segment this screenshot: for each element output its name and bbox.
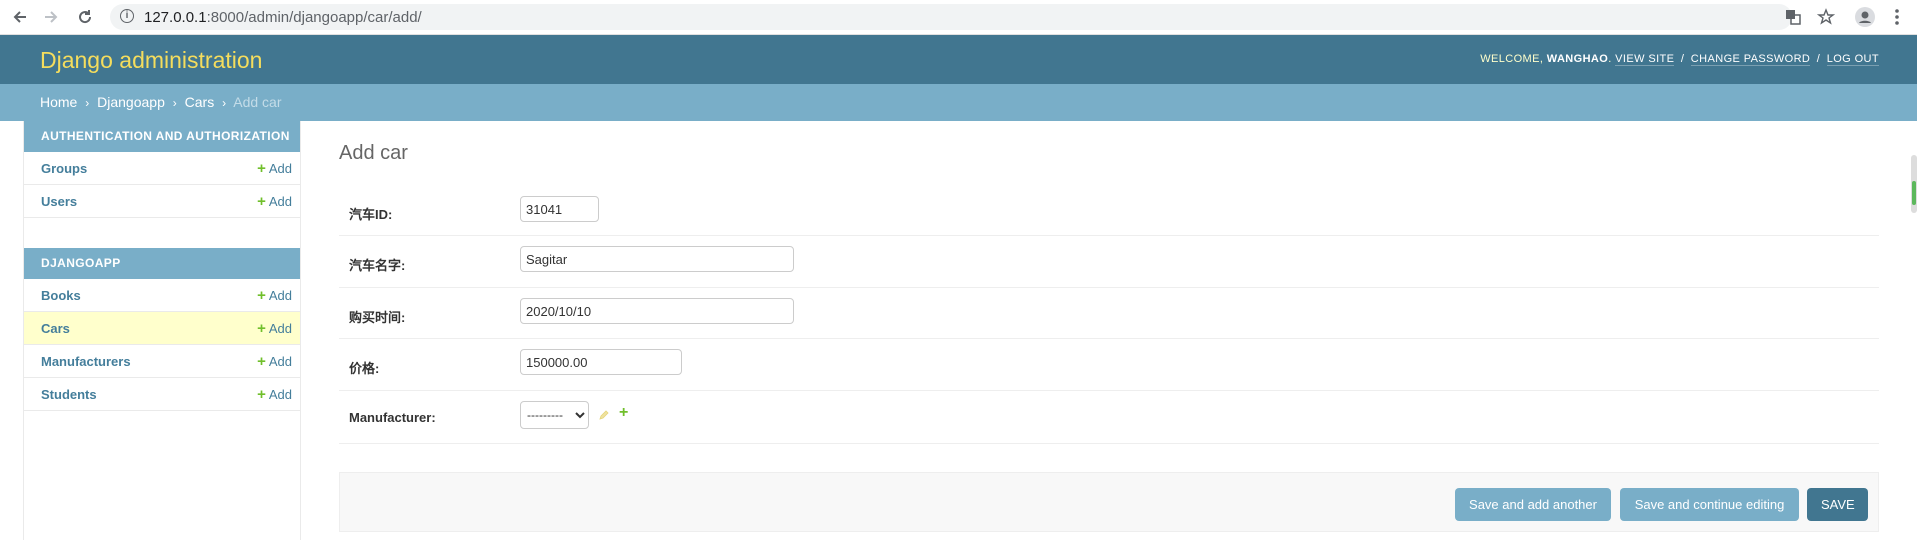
breadcrumb-model[interactable]: Cars [185,94,215,110]
sidebar-item-label[interactable]: Manufacturers [41,354,131,369]
change-password-link[interactable]: CHANGE PASSWORD [1690,53,1811,66]
car-name-label: 汽车名字: [349,258,406,273]
change-related-pencil-icon[interactable] [598,408,612,422]
add-groups-link[interactable]: + Add [257,161,292,176]
module-caption-auth[interactable]: AUTHENTICATION AND AUTHORIZATION [24,121,300,152]
admin-header: Django administration WELCOME, WANGHAO. … [0,35,1917,84]
add-plus-icon: + [257,160,266,177]
site-branding[interactable]: Django administration [40,47,262,74]
manufacturer-select[interactable]: --------- [520,401,589,429]
page-title: Add car [339,142,408,164]
sidebar-item-users[interactable]: Users + Add [24,185,300,218]
user-tools: WELCOME, WANGHAO. VIEW SITE / CHANGE PAS… [1480,53,1879,66]
sidebar-item-students[interactable]: Students + Add [24,378,300,411]
sidebar-item-label[interactable]: Users [41,194,77,209]
add-cars-link[interactable]: + Add [257,321,292,336]
purchase-time-label: 购买时间: [349,310,406,325]
sidebar-item-groups[interactable]: Groups + Add [24,152,300,185]
translate-icon[interactable] [1783,7,1803,27]
add-plus-icon: + [257,287,266,304]
sidebar-item-label[interactable]: Groups [41,161,87,176]
save-and-add-another-button[interactable]: Save and add another [1455,488,1611,521]
purchase-time-input[interactable] [520,298,794,324]
browser-toolbar: i 127.0.0.1:8000/admin/djangoapp/car/add… [0,0,1917,35]
bookmark-star-icon[interactable] [1816,7,1836,27]
save-and-continue-button[interactable]: Save and continue editing [1620,488,1799,521]
add-students-link[interactable]: + Add [257,387,292,402]
form-row-car-name: 汽车名字: [339,236,1879,288]
sidebar-item-books[interactable]: Books + Add [24,279,300,312]
welcome-text: WELCOME, [1480,53,1544,65]
sidebar-item-label[interactable]: Books [41,288,81,303]
price-input[interactable] [520,349,682,375]
submit-row: Save and add another Save and continue e… [339,472,1879,532]
site-info-icon[interactable]: i [120,9,134,23]
back-icon[interactable] [9,6,31,28]
form-row-car-id: 汽车ID: [339,187,1879,236]
car-id-input[interactable] [520,196,599,222]
save-button[interactable]: SAVE [1807,488,1868,521]
username: WANGHAO [1546,53,1609,65]
add-related-plus-icon[interactable]: + [619,404,628,422]
car-name-input[interactable] [520,246,794,272]
add-plus-icon: + [257,193,266,210]
breadcrumb-current: Add car [233,94,282,110]
forward-icon[interactable] [40,6,62,28]
add-users-link[interactable]: + Add [257,194,292,209]
form-row-price: 价格: [339,339,1879,391]
nav-sidebar: AUTHENTICATION AND AUTHORIZATION Groups … [23,121,301,540]
sidebar-item-cars[interactable]: Cars + Add [24,312,300,345]
module-caption-djangoapp[interactable]: DJANGOAPP [24,248,300,279]
price-label: 价格: [349,361,380,376]
add-manufacturers-link[interactable]: + Add [257,354,292,369]
add-plus-icon: + [257,386,266,403]
url-text: 127.0.0.1:8000/admin/djangoapp/car/add/ [144,9,422,26]
view-site-link[interactable]: VIEW SITE [1615,53,1675,66]
reload-icon[interactable] [74,6,96,28]
sidebar-item-manufacturers[interactable]: Manufacturers + Add [24,345,300,378]
log-out-link[interactable]: LOG OUT [1826,53,1879,66]
address-bar[interactable]: i 127.0.0.1:8000/admin/djangoapp/car/add… [110,4,1792,30]
form-row-purchase-time: 购买时间: [339,288,1879,339]
breadcrumb-home[interactable]: Home [40,94,77,110]
scrollbar-thumb[interactable] [1912,181,1916,205]
scrollbar[interactable] [1911,155,1917,213]
form-row-manufacturer: Manufacturer: --------- + [339,391,1879,444]
add-plus-icon: + [257,353,266,370]
breadcrumb: Home › Djangoapp › Cars › Add car [0,84,1917,121]
browser-menu-icon[interactable] [1887,7,1907,27]
add-books-link[interactable]: + Add [257,288,292,303]
breadcrumb-app[interactable]: Djangoapp [97,94,165,110]
sidebar-item-label[interactable]: Students [41,387,97,402]
profile-avatar-icon[interactable] [1855,7,1875,27]
add-plus-icon: + [257,320,266,337]
manufacturer-label: Manufacturer: [349,410,436,425]
car-id-label: 汽车ID: [349,207,393,222]
sidebar-item-label[interactable]: Cars [41,321,70,336]
